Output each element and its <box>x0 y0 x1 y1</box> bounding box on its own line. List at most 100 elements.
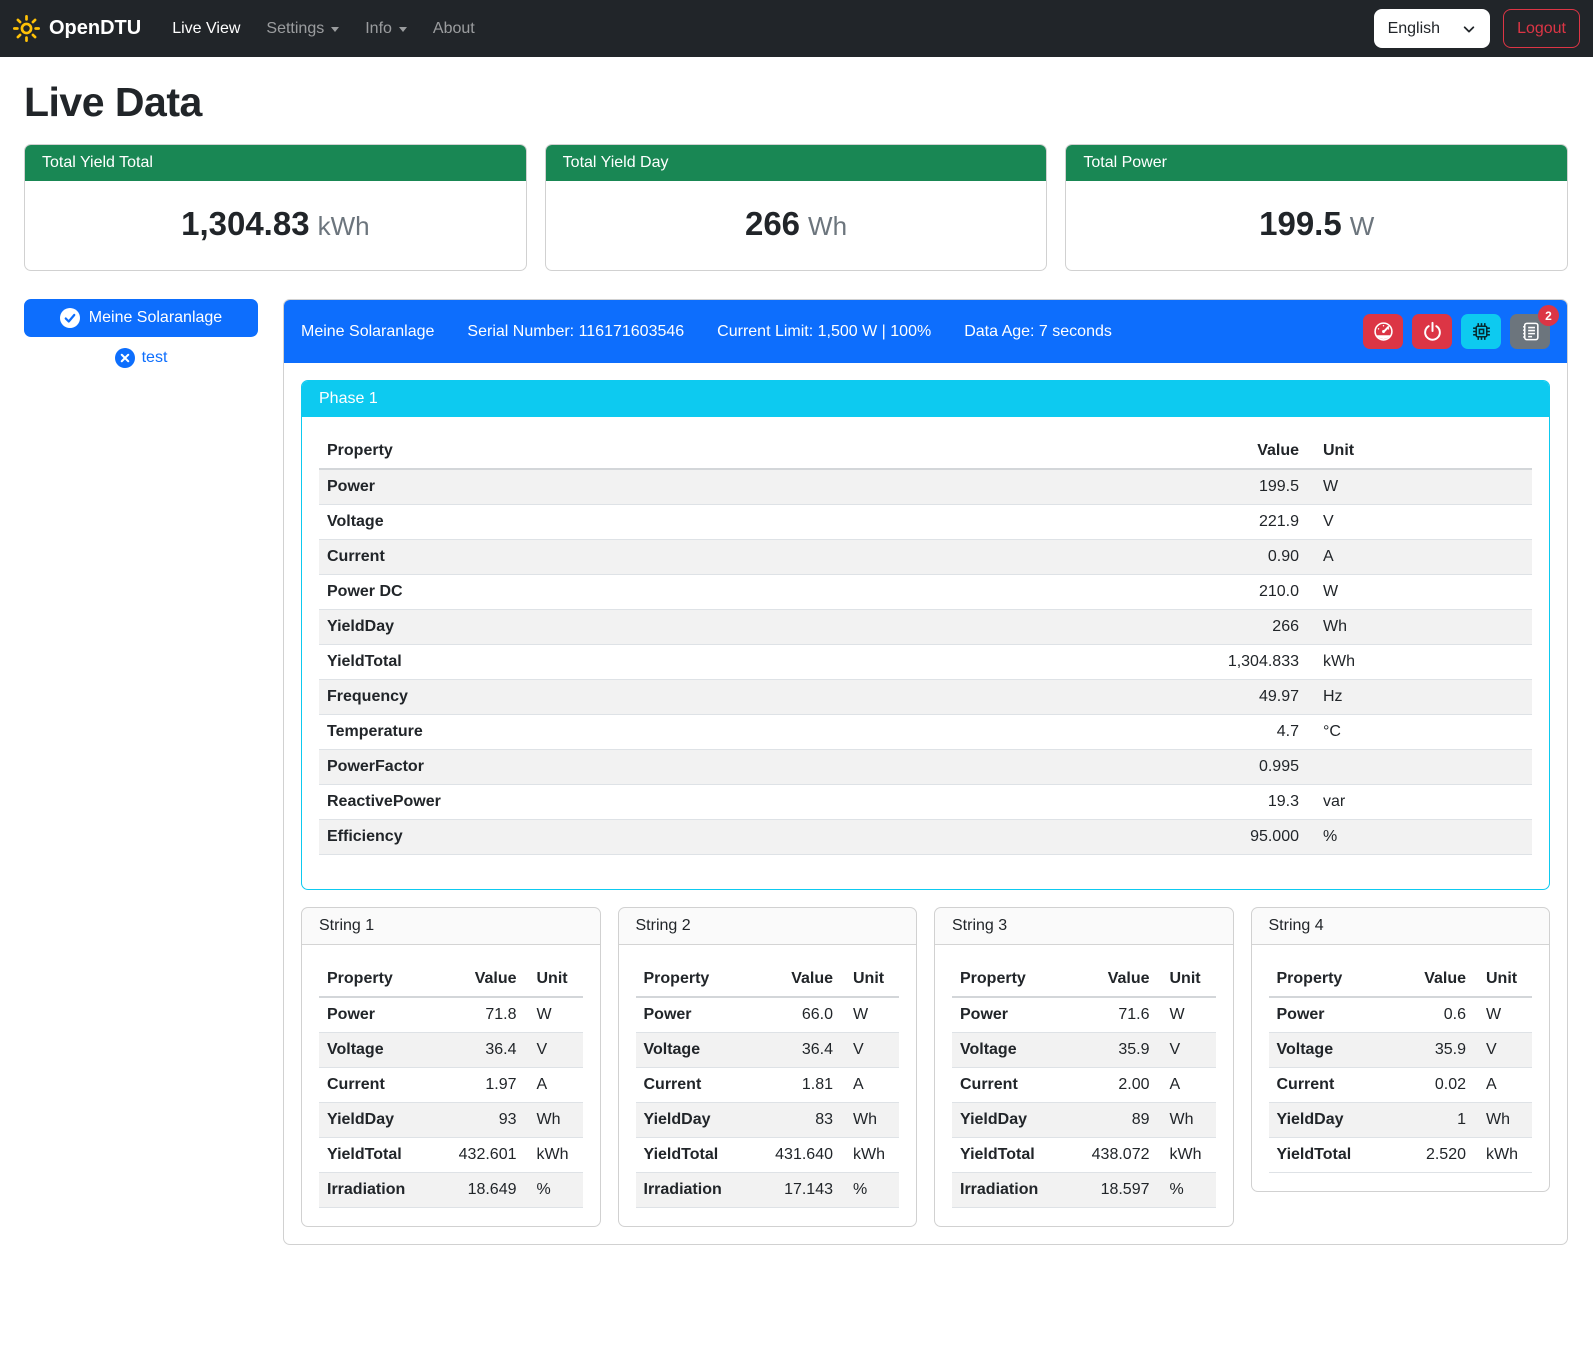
restart-button[interactable] <box>1461 314 1501 349</box>
total-yield-total-value: 1,304.83 <box>181 205 309 242</box>
table-row: Power66.0W <box>636 997 900 1033</box>
phase-1-header: Phase 1 <box>302 381 1549 417</box>
event-log-button[interactable]: 2 <box>1510 314 1550 349</box>
card-total-yield-day: Total Yield Day 266 Wh <box>545 144 1048 271</box>
table-row: YieldDay83Wh <box>636 1103 900 1138</box>
nav-item-live-view[interactable]: Live View <box>159 12 253 46</box>
total-yield-day-value: 266 <box>745 205 800 242</box>
column-property: Property <box>1269 962 1380 997</box>
card-total-power: Total Power 199.5 W <box>1065 144 1568 271</box>
table-header-row: Property Value Unit <box>319 962 583 997</box>
table-row: Current1.97A <box>319 1068 583 1103</box>
logout-button[interactable]: Logout <box>1503 9 1580 48</box>
inverter-name: Meine Solaranlage <box>301 323 434 341</box>
table-row: Power199.5W <box>319 469 1532 505</box>
event-count-badge: 2 <box>1538 305 1559 326</box>
inverter-select-label: Meine Solaranlage <box>89 309 222 327</box>
x-circle-icon <box>115 348 135 368</box>
language-selected-value: English <box>1388 20 1440 38</box>
strings-row: String 1 Property Value Unit <box>301 907 1550 1227</box>
table-row: YieldTotal438.072kWh <box>952 1138 1216 1173</box>
string-4-header: String 4 <box>1252 908 1550 945</box>
inverter-limit: Current Limit: 1,500 W | 100% <box>717 323 931 341</box>
string-2-header: String 2 <box>619 908 917 945</box>
string-2-card: String 2 Property Value Unit <box>618 907 918 1227</box>
sun-icon <box>13 15 40 42</box>
column-unit: Unit <box>1307 434 1532 469</box>
brand-link[interactable]: OpenDTU <box>13 15 141 42</box>
inverter-card: Meine Solaranlage Serial Number: 1161716… <box>283 299 1568 1245</box>
column-unit: Unit <box>1158 962 1216 997</box>
total-power-value: 199.5 <box>1259 205 1342 242</box>
inverter-data-age: Data Age: 7 seconds <box>964 323 1112 341</box>
table-row: Irradiation17.143% <box>636 1173 900 1208</box>
inverter-header: Meine Solaranlage Serial Number: 1161716… <box>284 300 1567 363</box>
total-power-unit: W <box>1350 211 1375 241</box>
column-unit: Unit <box>525 962 583 997</box>
string-1-card: String 1 Property Value Unit <box>301 907 601 1227</box>
chevron-down-icon <box>331 27 339 32</box>
card-header: Total Yield Total <box>25 145 526 181</box>
table-row: Power71.8W <box>319 997 583 1033</box>
table-row: Current1.81A <box>636 1068 900 1103</box>
page-title: Live Data <box>24 79 1568 126</box>
column-unit: Unit <box>1474 962 1532 997</box>
inverter-selector-sidebar: Meine Solaranlage test <box>24 299 258 368</box>
chevron-down-icon <box>399 27 407 32</box>
event-log-icon <box>1520 321 1541 342</box>
string-4-card: String 4 Property Value Unit <box>1251 907 1551 1192</box>
table-row: Power71.6W <box>952 997 1216 1033</box>
language-select[interactable]: English <box>1374 9 1490 48</box>
table-row: Frequency49.97Hz <box>319 680 1532 715</box>
table-row: YieldDay1Wh <box>1269 1103 1533 1138</box>
nav-item-settings[interactable]: Settings <box>253 12 352 46</box>
phase-1-card: Phase 1 Property Value Unit <box>301 380 1550 890</box>
summary-cards-row: Total Yield Total 1,304.83 kWh Total Yiel… <box>24 144 1568 271</box>
table-row: PowerFactor0.995 <box>319 750 1532 785</box>
table-row: Voltage36.4V <box>319 1033 583 1068</box>
total-yield-total-unit: kWh <box>318 211 370 241</box>
limit-settings-button[interactable] <box>1363 314 1403 349</box>
string-3-card: String 3 Property Value Unit <box>934 907 1234 1227</box>
speedometer-icon <box>1373 321 1394 342</box>
table-row: Current0.02A <box>1269 1068 1533 1103</box>
card-header: Total Yield Day <box>546 145 1047 181</box>
card-body: 1,304.83 kWh <box>25 181 526 270</box>
cpu-icon <box>1471 321 1492 342</box>
table-row: YieldDay266Wh <box>319 610 1532 645</box>
table-row: ReactivePower19.3var <box>319 785 1532 820</box>
inverter-test-label: test <box>142 349 168 367</box>
card-header: Total Power <box>1066 145 1567 181</box>
table-row: Voltage221.9V <box>319 505 1532 540</box>
table-header-row: Property Value Unit <box>319 434 1532 469</box>
table-row: Current0.90A <box>319 540 1532 575</box>
column-property: Property <box>319 434 1187 469</box>
column-property: Property <box>319 962 430 997</box>
table-header-row: Property Value Unit <box>1269 962 1533 997</box>
chevron-down-icon <box>1462 22 1476 36</box>
table-row: YieldTotal2.520kWh <box>1269 1138 1533 1173</box>
card-body: 199.5 W <box>1066 181 1567 270</box>
column-value: Value <box>746 962 841 997</box>
table-row: Irradiation18.597% <box>952 1173 1216 1208</box>
brand-label: OpenDTU <box>49 17 141 40</box>
string-1-header: String 1 <box>302 908 600 945</box>
string-4-table: Property Value Unit Power0.6W Voltage35.… <box>1269 962 1533 1173</box>
table-row: YieldTotal431.640kWh <box>636 1138 900 1173</box>
column-property: Property <box>952 962 1063 997</box>
card-body: 266 Wh <box>546 181 1047 270</box>
inverter-select-button-test[interactable]: test <box>115 348 168 368</box>
inverter-select-button-active[interactable]: Meine Solaranlage <box>24 299 258 337</box>
power-button[interactable] <box>1412 314 1452 349</box>
nav-item-info[interactable]: Info <box>352 12 420 46</box>
string-3-header: String 3 <box>935 908 1233 945</box>
nav-item-about[interactable]: About <box>420 12 488 46</box>
column-value: Value <box>1187 434 1307 469</box>
column-value: Value <box>1379 962 1474 997</box>
table-row: Temperature4.7°C <box>319 715 1532 750</box>
table-row: Efficiency95.000% <box>319 820 1532 855</box>
total-yield-day-unit: Wh <box>808 211 847 241</box>
check-circle-icon <box>60 308 80 328</box>
table-row: Voltage36.4V <box>636 1033 900 1068</box>
inverter-action-buttons: 2 <box>1363 314 1550 349</box>
